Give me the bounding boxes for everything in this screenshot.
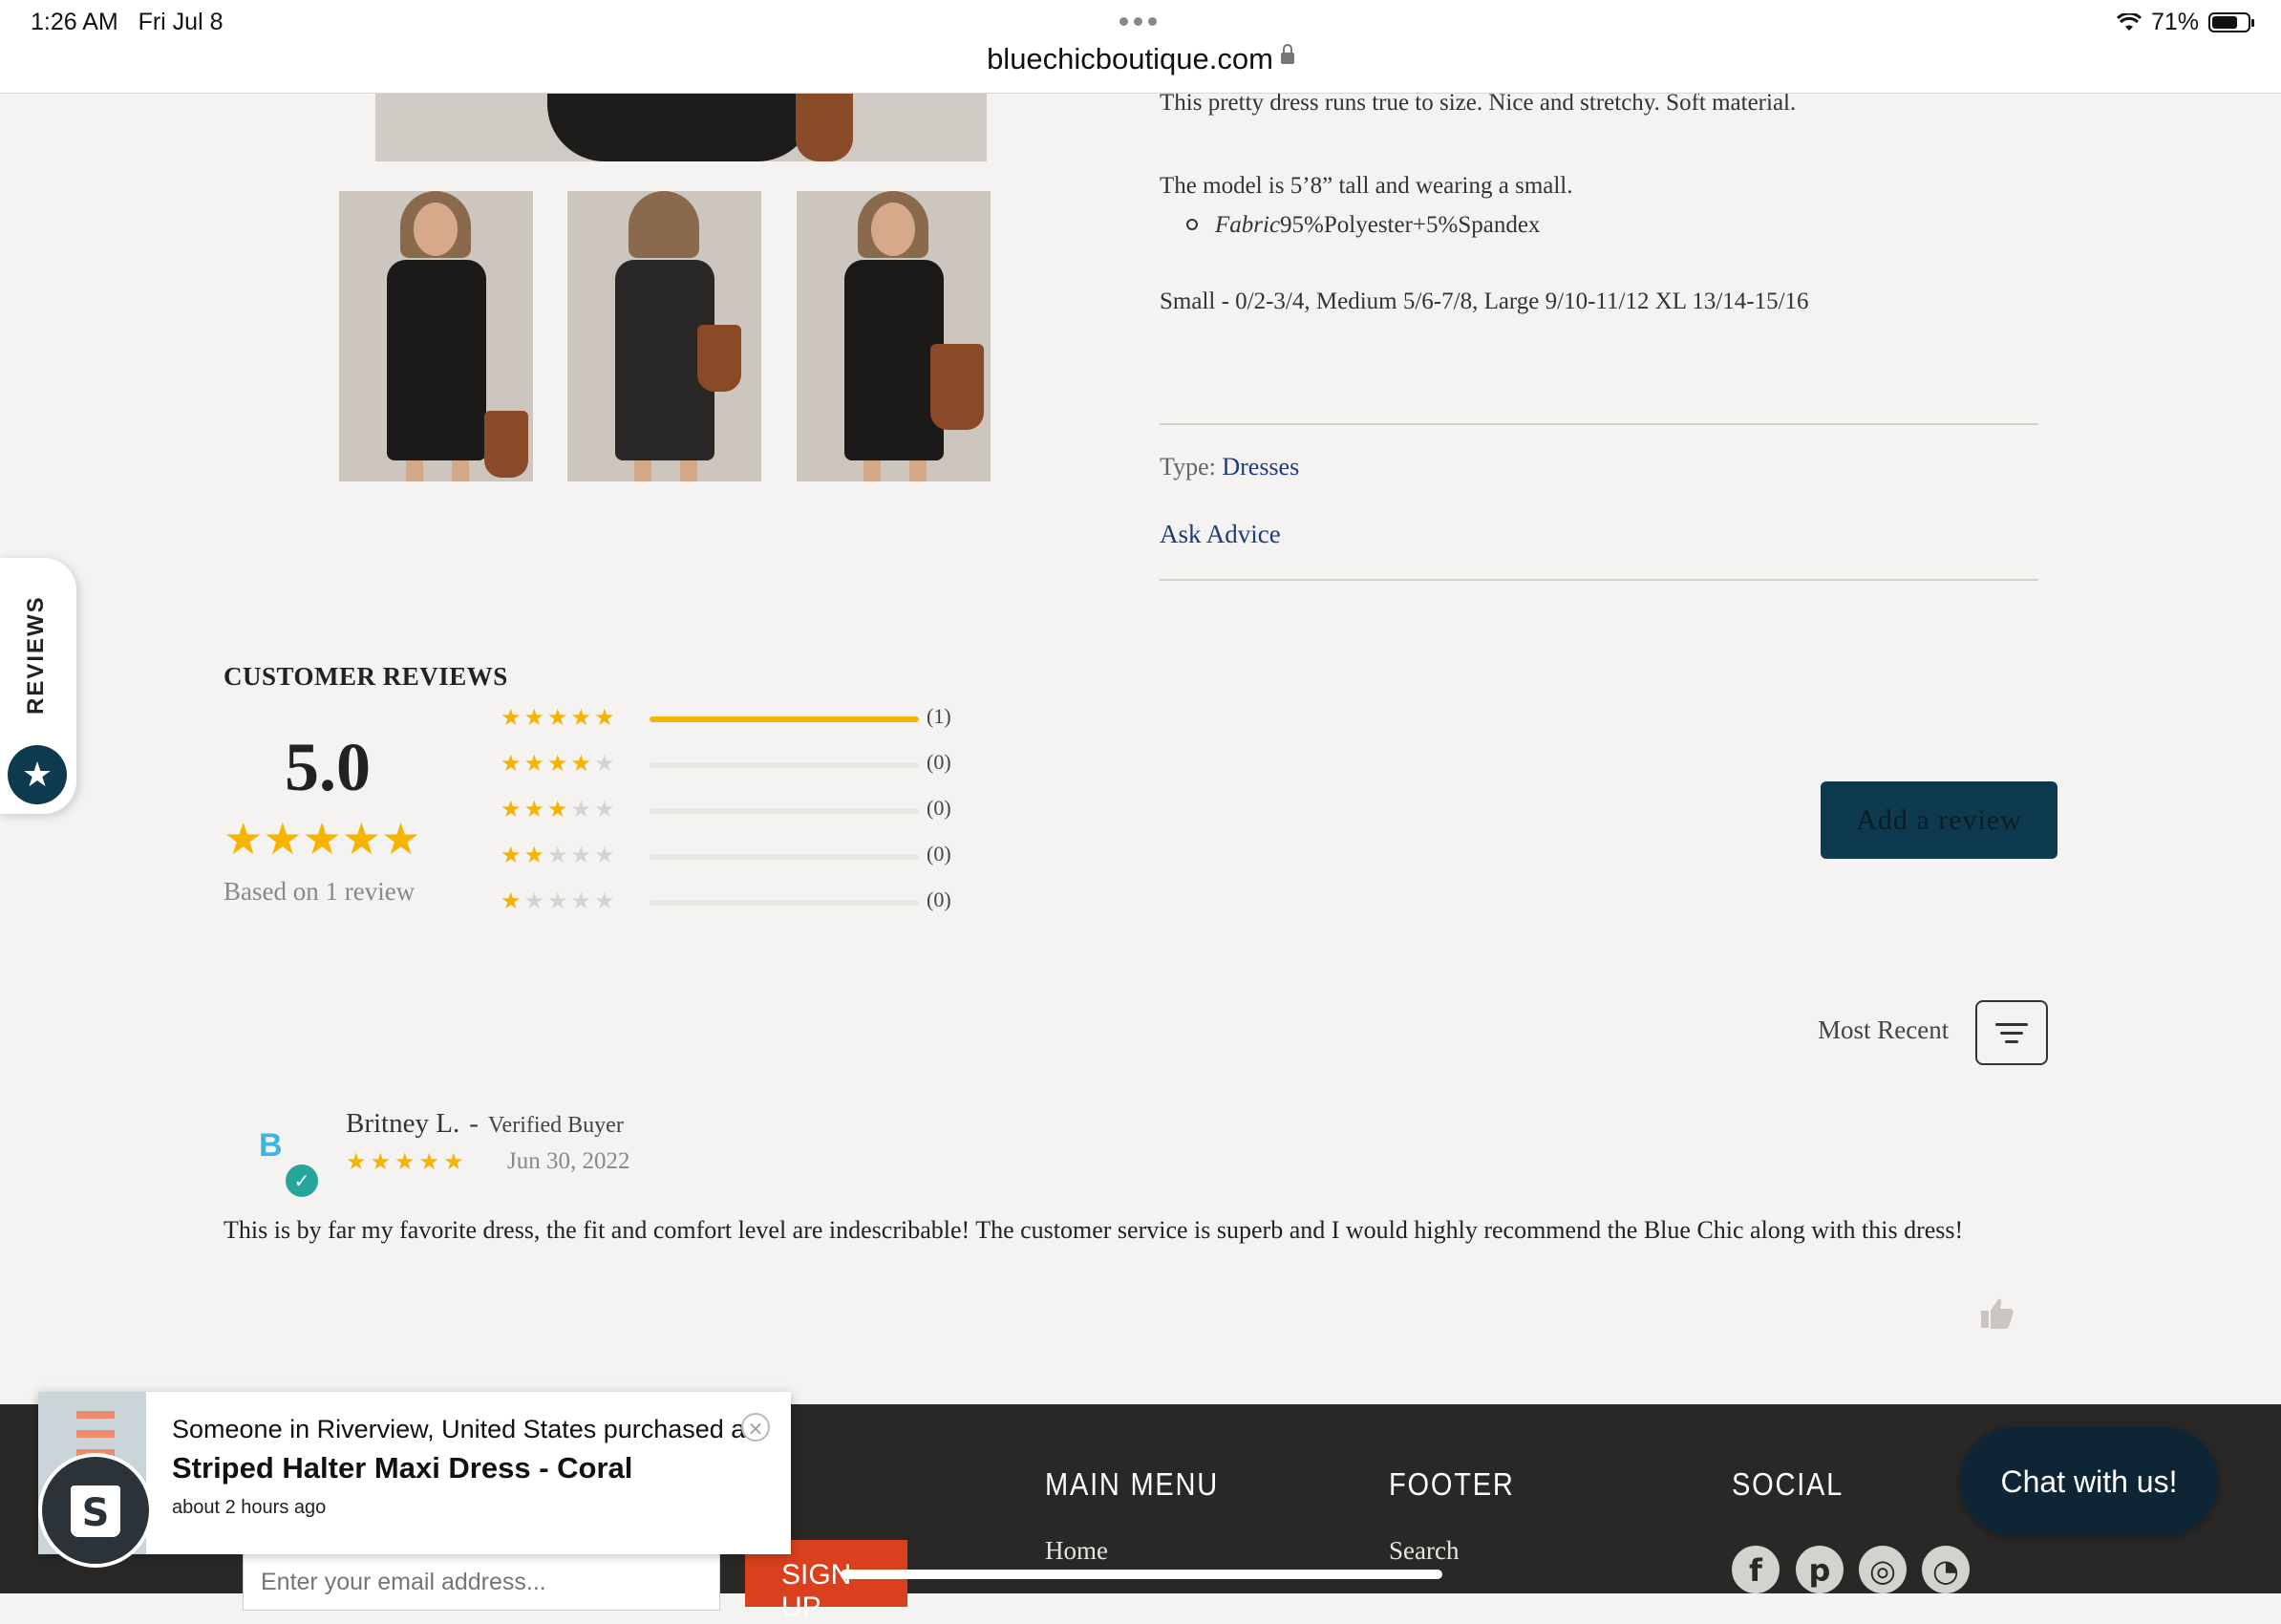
- footer-heading: FOOTER: [1389, 1466, 1515, 1502]
- histogram-bar: [650, 900, 919, 906]
- chat-with-us-button[interactable]: Chat with us!: [1960, 1427, 2218, 1536]
- type-dresses-link[interactable]: Dresses: [1222, 453, 1299, 481]
- product-sizes-text: Small - 0/2-3/4, Medium 5/6-7/8, Large 9…: [1160, 288, 1809, 314]
- rss-icon[interactable]: ◔: [1922, 1546, 1970, 1593]
- battery-icon: [2208, 12, 2254, 32]
- histogram-count: (0): [927, 750, 951, 774]
- histogram-count: (1): [927, 704, 951, 728]
- histogram-row-2-star[interactable]: ★★★★★ (0): [501, 842, 959, 872]
- histogram-row-5-star[interactable]: ★★★★★ (1): [501, 704, 959, 735]
- url-text: bluechicboutique.com: [987, 42, 1273, 75]
- notification-time: about 2 hours ago: [172, 1497, 327, 1518]
- histogram-count: (0): [927, 842, 951, 865]
- wifi-icon: [2116, 12, 2142, 31]
- product-model-text: The model is 5’8” tall and wearing a sma…: [1160, 173, 1573, 199]
- avatar-letter: B: [259, 1127, 283, 1164]
- based-on-count: Based on 1 review: [224, 877, 416, 906]
- histogram-row-1-star[interactable]: ★★★★★ (0): [501, 887, 959, 918]
- status-time: 1:26 AM Fri Jul 8: [31, 9, 223, 36]
- multitask-dots-icon[interactable]: [1119, 17, 1157, 26]
- main-product-image[interactable]: [375, 93, 987, 161]
- histogram-bar: [650, 808, 919, 814]
- histogram-stars-icon: ★★★★★: [501, 706, 618, 731]
- reviewer-separator: -: [469, 1108, 479, 1139]
- shopify-logo-icon: S: [38, 1453, 153, 1568]
- purchase-notification[interactable]: S Someone in Riverview, United States pu…: [38, 1392, 791, 1568]
- average-stars-icon: ★★★★★: [224, 815, 421, 864]
- add-review-button[interactable]: Add a review: [1821, 781, 2057, 859]
- fabric-label: Fabric: [1215, 212, 1281, 238]
- sort-label: Most Recent: [1818, 1015, 1950, 1044]
- histogram-count: (0): [927, 796, 951, 820]
- product-thumbnail-3[interactable]: [797, 191, 991, 481]
- status-right: 71%: [2116, 9, 2254, 36]
- review-stars-icon: ★★★★★: [346, 1150, 468, 1175]
- histogram-stars-icon: ★★★★★: [501, 889, 618, 914]
- home-indicator[interactable]: [841, 1570, 1442, 1579]
- bullet-icon: [1186, 219, 1198, 231]
- product-fit-text: This pretty dress runs true to size. Nic…: [1160, 90, 1797, 116]
- review-date: Jun 30, 2022: [507, 1148, 630, 1174]
- product-thumbnail-1[interactable]: [339, 191, 533, 481]
- browser-top-bar: 1:26 AM Fri Jul 8 71% bluechicboutique.c…: [0, 0, 2281, 94]
- battery-percent: 71%: [2150, 9, 2199, 35]
- histogram-row-3-star[interactable]: ★★★★★ (0): [501, 796, 959, 826]
- type-label: Type:: [1160, 453, 1216, 481]
- sort-filter-button[interactable]: [1975, 1000, 2048, 1065]
- reviewer-avatar: B ✓: [256, 1127, 321, 1200]
- reviews-side-tab[interactable]: REVIEWS ★: [0, 558, 76, 814]
- main-menu-heading: MAIN MENU: [1045, 1466, 1220, 1502]
- reviewer-name: Britney L.: [346, 1108, 460, 1139]
- histogram-stars-icon: ★★★★★: [501, 798, 618, 823]
- product-type: Type: Dresses: [1160, 453, 1299, 481]
- notification-product-name[interactable]: Striped Halter Maxi Dress - Coral: [172, 1451, 632, 1485]
- histogram-stars-icon: ★★★★★: [501, 752, 618, 777]
- verified-buyer-badge: Verified Buyer: [487, 1113, 624, 1138]
- status-clock: 1:26 AM: [31, 9, 118, 35]
- fabric-value: 95%Polyester+5%Spandex: [1280, 212, 1541, 238]
- address-bar[interactable]: bluechicboutique.com: [0, 42, 2281, 76]
- average-rating: 5.0: [285, 729, 371, 805]
- instagram-icon[interactable]: ◎: [1859, 1546, 1907, 1593]
- product-thumbnail-2[interactable]: [567, 191, 761, 481]
- newsletter-email-input[interactable]: [243, 1553, 720, 1611]
- histogram-stars-icon: ★★★★★: [501, 844, 618, 868]
- filter-icon: [1995, 1023, 2028, 1026]
- footer-link-home[interactable]: Home: [1045, 1536, 1108, 1566]
- pinterest-icon[interactable]: p: [1796, 1546, 1844, 1593]
- histogram-row-4-star[interactable]: ★★★★★ (0): [501, 750, 959, 780]
- reviewer-line: Britney L. - Verified Buyer: [346, 1108, 624, 1140]
- review-body: This is by far my favorite dress, the fi…: [224, 1216, 1964, 1244]
- notification-who: Someone in Riverview, United States purc…: [172, 1415, 746, 1443]
- social-heading: SOCIAL: [1732, 1466, 1844, 1502]
- divider: [1160, 579, 2038, 581]
- thumbs-up-icon[interactable]: [1979, 1295, 2015, 1332]
- histogram-bar: [650, 854, 919, 860]
- histogram-bar: [650, 716, 919, 722]
- close-icon[interactable]: ×: [741, 1413, 770, 1442]
- product-fabric: Fabric95%Polyester+5%Spandex: [1186, 212, 1540, 239]
- verified-check-icon: ✓: [283, 1162, 321, 1200]
- lock-icon: [1280, 43, 1294, 64]
- ask-advice-link[interactable]: Ask Advice: [1160, 520, 1281, 549]
- reviews-tab-label: REVIEWS: [23, 595, 49, 715]
- histogram-bar: [650, 762, 919, 768]
- divider: [1160, 423, 2038, 425]
- star-icon: ★: [8, 745, 67, 804]
- customer-reviews-title: CUSTOMER REVIEWS: [224, 662, 508, 691]
- status-date: Fri Jul 8: [138, 9, 224, 35]
- facebook-icon[interactable]: f: [1732, 1546, 1780, 1593]
- histogram-count: (0): [927, 887, 951, 911]
- footer-link-search[interactable]: Search: [1389, 1536, 1459, 1566]
